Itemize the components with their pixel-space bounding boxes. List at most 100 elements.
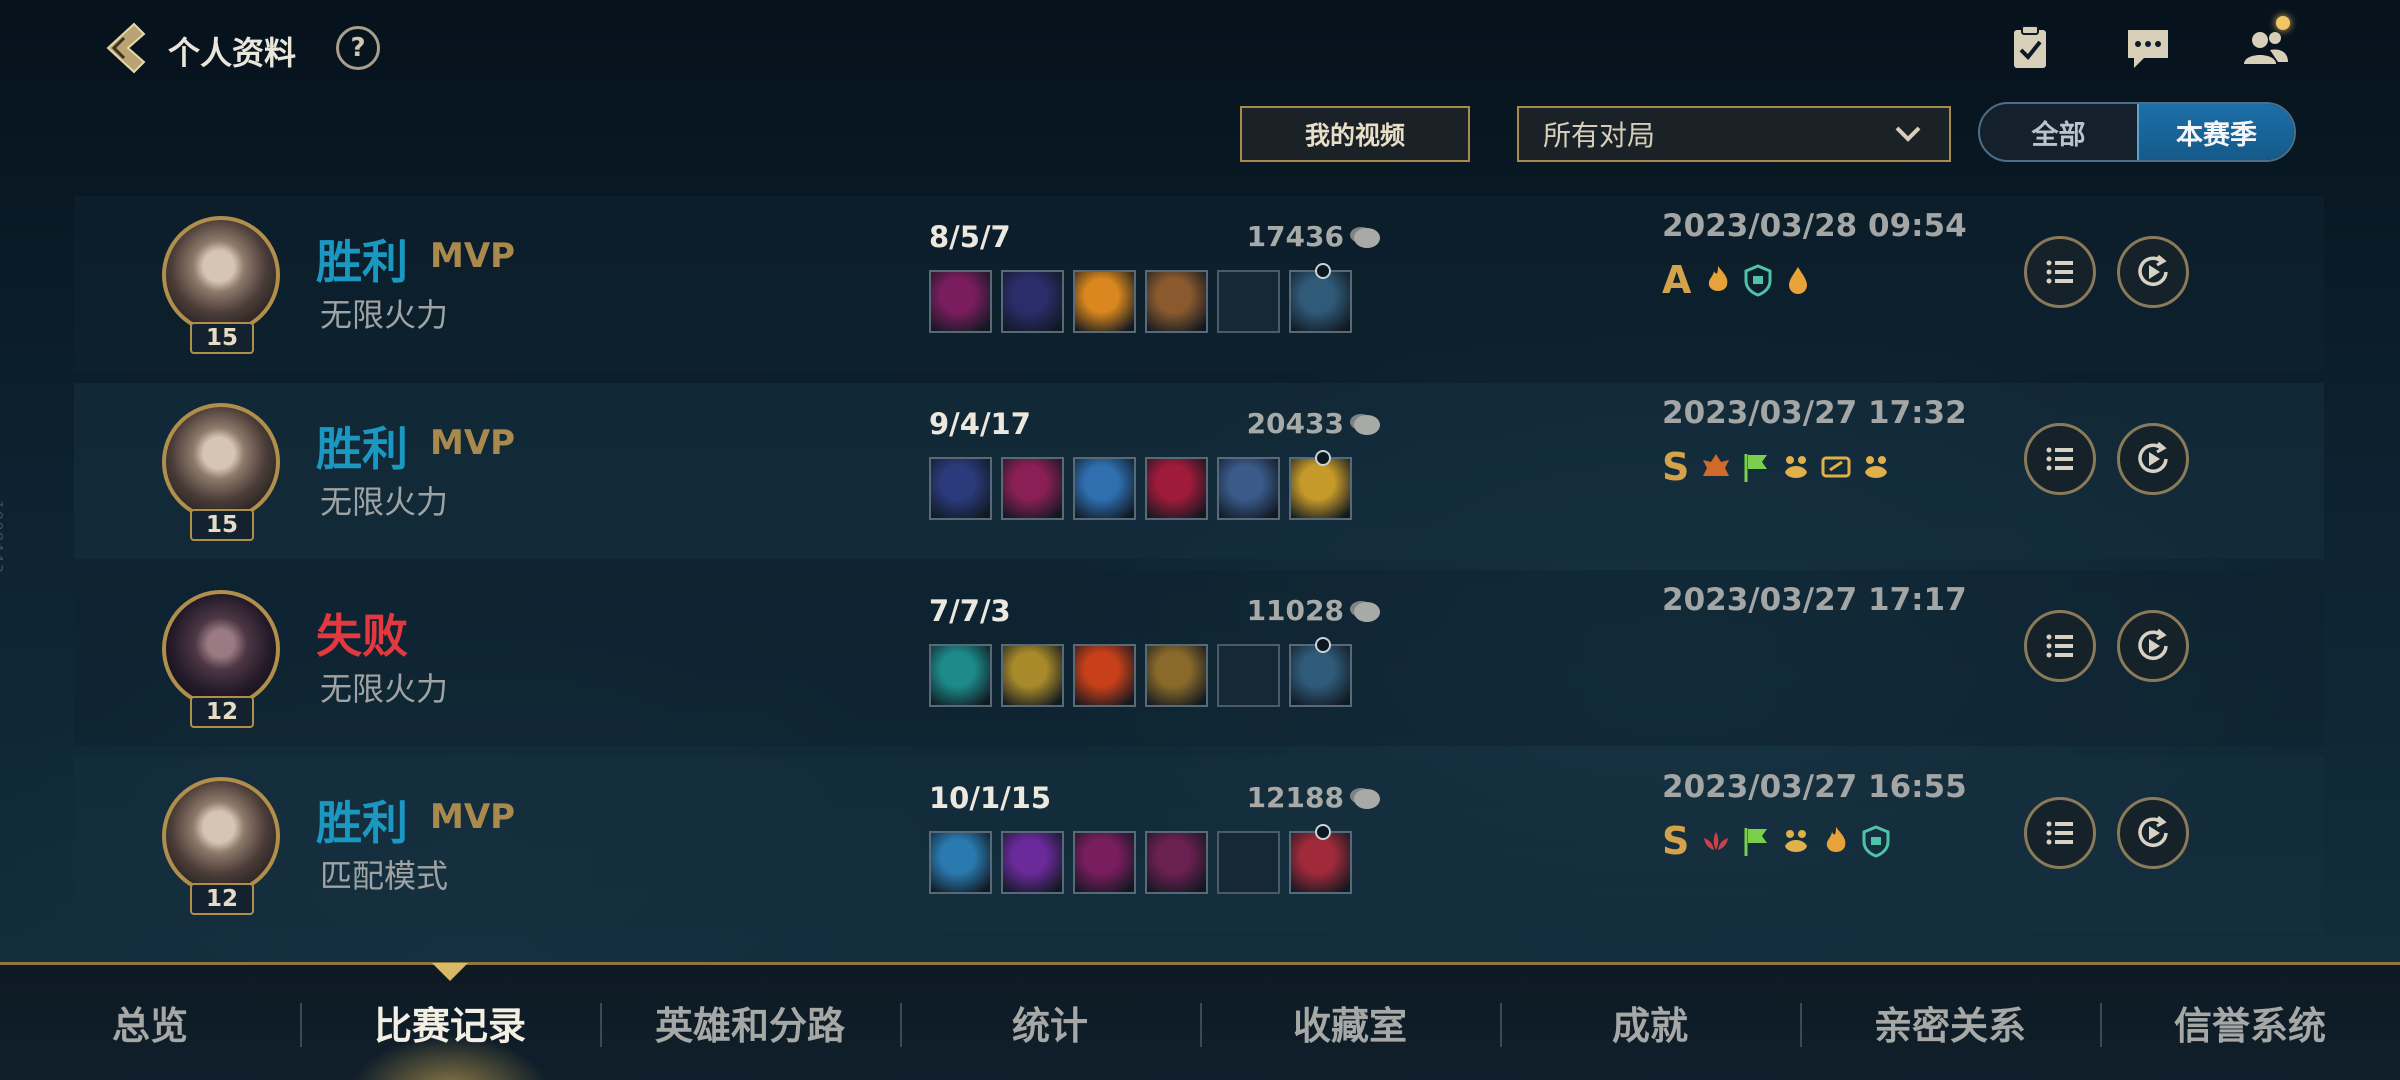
replay-button[interactable] [2117,423,2189,495]
champion-level: 12 [190,696,254,728]
champion-avatar[interactable] [162,403,280,521]
mvp-badge: MVP [430,797,516,837]
match-row[interactable]: 15 胜利 MVP 无限火力 8/5/7 17436 2023/03/28 09:54 A [74,196,2324,372]
drop-badge-icon [1781,263,1815,297]
match-type-select[interactable]: 所有对局 [1517,106,1951,162]
trinket-slot[interactable] [1289,450,1352,520]
item-slot[interactable] [1001,644,1064,707]
profile-screen: 1008443 个人资料 ? 我的视频 所有对局 全部 本赛季 15 胜利 MV… [0,0,2400,1080]
game-mode: 无限火力 [320,483,449,521]
empty-item-slot[interactable] [1217,644,1280,707]
replay-button[interactable] [2117,610,2189,682]
gold-earned: 20433 [1246,407,1344,440]
trinket-slot[interactable] [1289,637,1352,707]
chevron-down-icon [1895,126,1921,142]
replay-icon [2138,628,2168,660]
match-date: 2023/03/27 17:32 [1662,395,1967,431]
gold-earned: 17436 [1246,220,1344,253]
item-slot[interactable] [1145,270,1208,333]
match-result: 胜利 [316,235,408,289]
match-details-button[interactable] [2024,423,2096,495]
page-title: 个人资料 [168,34,297,72]
flag-badge-icon [1739,450,1773,484]
mission-icon[interactable] [2004,22,2056,74]
friends-icon[interactable] [2240,16,2292,74]
item-slot[interactable] [1217,457,1280,520]
match-result: 胜利 [316,796,408,850]
match-details-button[interactable] [2024,236,2096,308]
kda: 10/1/15 [929,781,1052,815]
item-slot[interactable] [1073,831,1136,894]
champion-level: 15 [190,509,254,541]
match-row[interactable]: 12 胜利 MVP 匹配模式 10/1/15 12188 2023/03/27 16:55 S [74,757,2324,933]
bottom-nav: 总览 比赛记录 英雄和分路 统计 收藏室 成就 亲密关系 信誉系统 [0,962,2400,1080]
crest-badge-icon [1699,450,1733,484]
mvp-badge: MVP [430,236,516,276]
match-result: 失败 [316,609,408,663]
item-slot[interactable] [929,457,992,520]
replay-icon [2138,815,2168,847]
item-slot[interactable] [1073,457,1136,520]
help-icon[interactable]: ? [336,26,380,70]
match-badges: A [1662,258,1815,302]
chat-icon[interactable] [2122,22,2174,74]
item-slot[interactable] [929,270,992,333]
list-icon [2046,447,2073,471]
item-slot[interactable] [1145,644,1208,707]
champion-avatar[interactable] [162,590,280,708]
match-date: 2023/03/27 16:55 [1662,769,1967,805]
list-icon [2046,821,2073,845]
my-videos-button[interactable]: 我的视频 [1240,106,1470,162]
item-slot[interactable] [1145,831,1208,894]
back-button[interactable] [100,20,152,76]
item-build [929,637,1352,707]
item-slot[interactable] [1001,270,1064,333]
match-result: 胜利 [316,422,408,476]
item-slot[interactable] [1073,644,1136,707]
season-all-option[interactable]: 全部 [1980,104,2137,160]
match-row[interactable]: 12 失败 无限火力 7/7/3 11028 2023/03/27 17:17 [74,570,2324,746]
empty-item-slot[interactable] [1217,270,1280,333]
item-slot[interactable] [929,831,992,894]
match-details-button[interactable] [2024,610,2096,682]
champion-avatar[interactable] [162,777,280,895]
gold-icon [1354,228,1380,248]
match-date: 2023/03/27 17:17 [1662,582,1967,618]
list-icon [2046,260,2073,284]
tab-honor-system[interactable]: 信誉系统 [2100,965,2400,1080]
match-details-button[interactable] [2024,797,2096,869]
flag-badge-icon [1739,824,1773,858]
tab-stats[interactable]: 统计 [900,965,1200,1080]
paw-badge-icon [1779,450,1813,484]
item-slot[interactable] [1001,457,1064,520]
item-slot[interactable] [1145,457,1208,520]
paw-badge-icon [1779,824,1813,858]
season-toggle[interactable]: 全部 本赛季 [1978,102,2296,162]
match-badges: S [1662,445,1893,489]
tab-overview[interactable]: 总览 [0,965,300,1080]
performance-grade: S [1662,445,1690,489]
shield-badge-icon [1741,263,1775,297]
replay-button[interactable] [2117,797,2189,869]
tab-relationships[interactable]: 亲密关系 [1800,965,2100,1080]
game-mode: 无限火力 [320,296,449,334]
notification-dot [2276,16,2290,30]
tab-match-history[interactable]: 比赛记录 [300,963,600,1080]
performance-grade: A [1662,258,1692,302]
tab-achievements[interactable]: 成就 [1500,965,1800,1080]
tab-champions-lanes[interactable]: 英雄和分路 [600,965,900,1080]
item-slot[interactable] [1073,270,1136,333]
tab-collection[interactable]: 收藏室 [1200,965,1500,1080]
season-current-option[interactable]: 本赛季 [2137,104,2294,160]
empty-item-slot[interactable] [1217,831,1280,894]
kda: 7/7/3 [929,594,1011,628]
trinket-slot[interactable] [1289,263,1352,333]
item-slot[interactable] [929,644,992,707]
champion-avatar[interactable] [162,216,280,334]
match-row[interactable]: 15 胜利 MVP 无限火力 9/4/17 20433 2023/03/27 17:32 S [74,383,2324,559]
gold-earned: 12188 [1246,781,1344,814]
replay-button[interactable] [2117,236,2189,308]
list-icon [2046,634,2073,658]
item-slot[interactable] [1001,831,1064,894]
trinket-slot[interactable] [1289,824,1352,894]
